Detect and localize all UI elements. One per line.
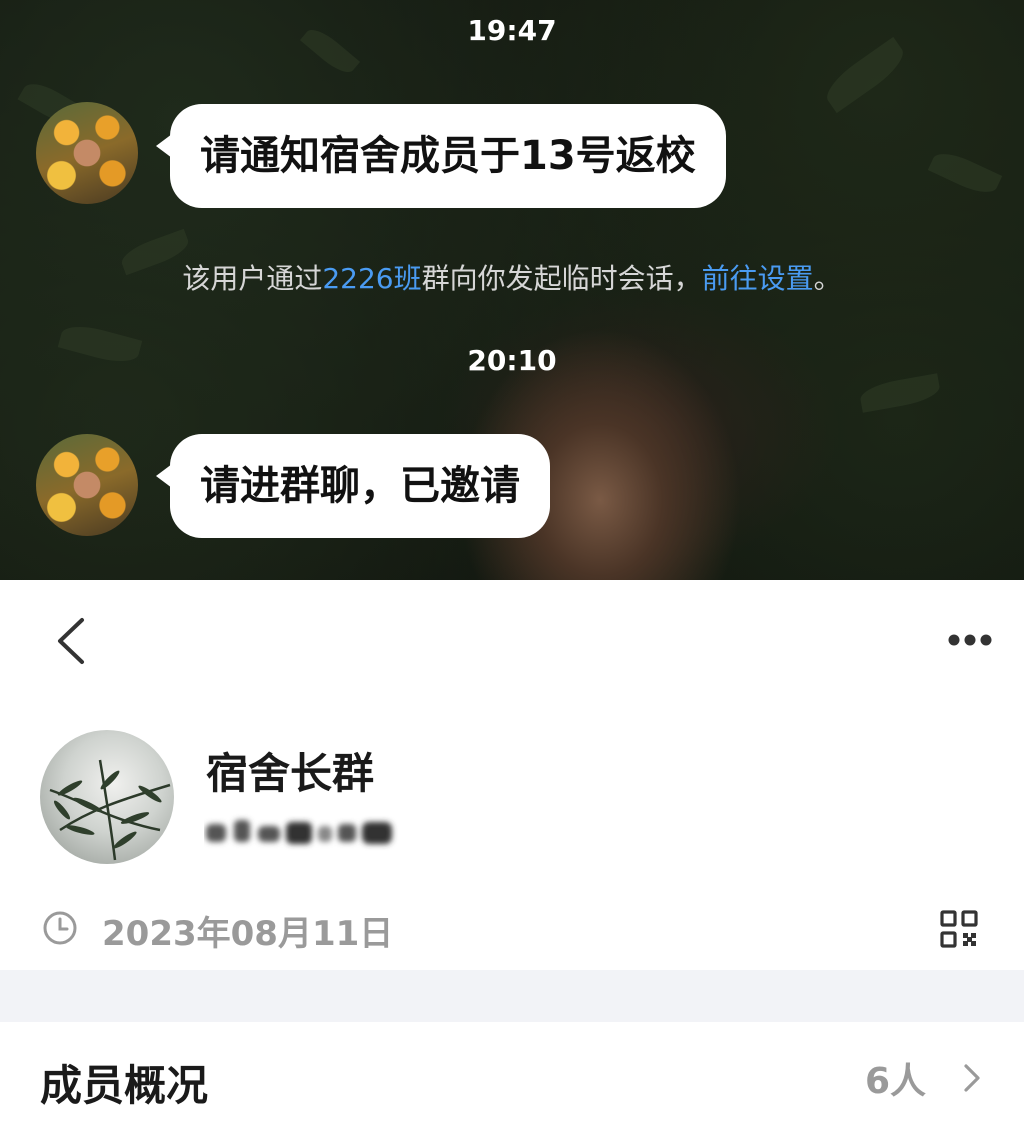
- section-divider: [0, 970, 1024, 1022]
- temporary-chat-notice: 该用户通过2226班群向你发起临时会话，前往设置。: [0, 257, 1024, 297]
- chevron-right-icon: [964, 1064, 980, 1092]
- bamboo-image: [49, 759, 171, 861]
- message-bubble[interactable]: 请通知宿舍成员于13号返校: [156, 104, 726, 208]
- notice-text: 该用户通过: [182, 262, 323, 295]
- foliage-leaf: [819, 36, 911, 114]
- member-count: 6人: [864, 1061, 926, 1102]
- notice-text: 群向你发起临时会话，: [421, 262, 702, 295]
- more-dots-icon[interactable]: [946, 632, 994, 648]
- foliage-leaf: [927, 146, 1003, 200]
- message-bubble[interactable]: 请进群聊，已邀请: [156, 434, 550, 538]
- group-link[interactable]: 2226班: [322, 262, 421, 295]
- settings-link[interactable]: 前往设置: [702, 262, 814, 295]
- sender-avatar[interactable]: [36, 102, 138, 204]
- back-arrow-icon[interactable]: [52, 616, 92, 666]
- foliage-leaf: [858, 373, 942, 413]
- members-overview-row[interactable]: 成员概况 6人: [0, 1022, 1024, 1122]
- chat-screenshot: 19:47 请通知宿舍成员于13号返校 该用户通过2226班群向你发起临时会话，…: [0, 0, 1024, 580]
- message-text: 请进群聊，已邀请: [200, 463, 520, 509]
- group-info-panel: 宿舍长群 2023年08月11日 成员概况 6人: [0, 580, 1024, 1122]
- message-timestamp: 19:47: [467, 14, 557, 47]
- notice-text: 。: [813, 262, 842, 295]
- group-name: 宿舍长群: [206, 749, 375, 798]
- sender-avatar[interactable]: [36, 434, 138, 536]
- message-timestamp: 20:10: [467, 344, 557, 377]
- members-overview-title: 成员概况: [40, 1061, 209, 1110]
- group-created-date: 2023年08月11日: [102, 914, 394, 954]
- blurred-group-id: [206, 820, 392, 844]
- qr-code-icon[interactable]: [940, 910, 978, 948]
- clock-icon: [43, 911, 77, 945]
- group-avatar[interactable]: [40, 730, 174, 864]
- message-text: 请通知宿舍成员于13号返校: [200, 133, 696, 179]
